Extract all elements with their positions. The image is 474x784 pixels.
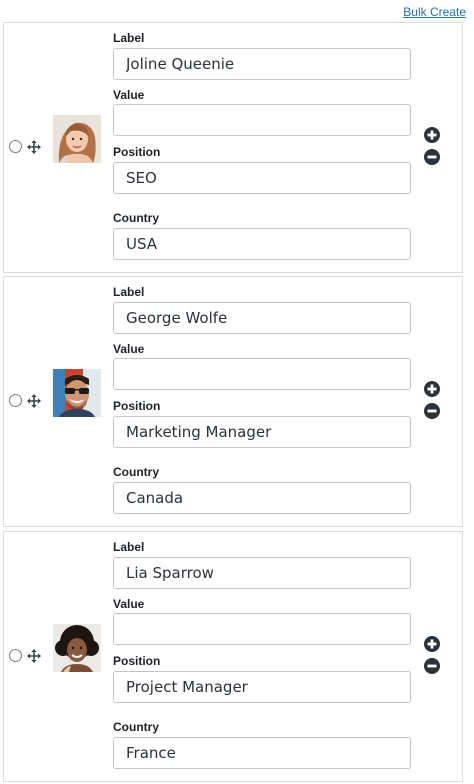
item-card: Label Value Position Country [3,531,463,782]
value-field[interactable] [113,104,411,136]
country-field-label: Country [113,211,159,225]
label-field[interactable] [113,302,411,334]
country-field-label: Country [113,720,159,734]
plus-circle-icon[interactable] [424,127,440,143]
value-field[interactable] [113,613,411,645]
label-field-label: Label [113,31,145,45]
label-field[interactable] [113,557,411,589]
value-field[interactable] [113,358,411,390]
position-field[interactable] [113,671,411,703]
label-field-label: Label [113,540,145,554]
country-field[interactable] [113,228,411,260]
plus-circle-icon[interactable] [424,636,440,652]
country-field-label: Country [113,465,159,479]
country-field[interactable] [113,737,411,769]
position-field-label: Position [113,399,161,413]
move-icon[interactable] [27,394,41,408]
position-field[interactable] [113,416,411,448]
position-field-label: Position [113,654,161,668]
item-select-radio[interactable] [9,649,22,662]
value-field-label: Value [113,88,145,102]
avatar [53,115,101,163]
avatar [53,369,101,417]
minus-circle-icon[interactable] [424,149,440,165]
label-field-label: Label [113,285,145,299]
minus-circle-icon[interactable] [424,658,440,674]
item-card: Label Value Position Country [3,276,463,527]
move-icon[interactable] [27,140,41,154]
move-icon[interactable] [27,649,41,663]
position-field-label: Position [113,145,161,159]
item-card: Label Value Position Country [3,22,463,273]
minus-circle-icon[interactable] [424,403,440,419]
item-select-radio[interactable] [9,140,22,153]
country-field[interactable] [113,482,411,514]
avatar [53,624,101,672]
position-field[interactable] [113,162,411,194]
value-field-label: Value [113,597,145,611]
item-select-radio[interactable] [9,394,22,407]
value-field-label: Value [113,342,145,356]
bulk-create-link[interactable]: Bulk Create [403,5,466,19]
plus-circle-icon[interactable] [424,381,440,397]
label-field[interactable] [113,48,411,80]
